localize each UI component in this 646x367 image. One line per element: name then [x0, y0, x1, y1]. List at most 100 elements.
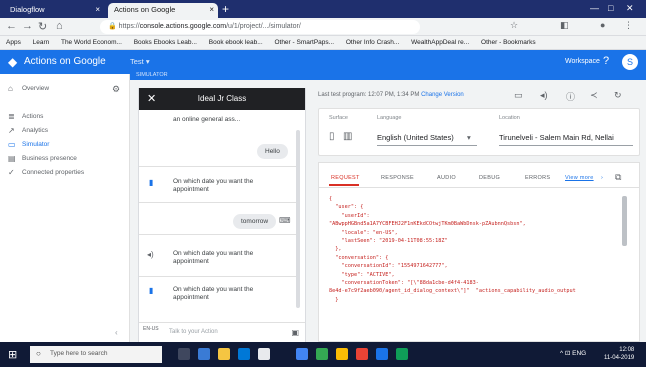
bookmark-item[interactable]: Book ebook leab...: [209, 39, 263, 46]
chat-input[interactable]: Talk to your Action: [169, 329, 218, 335]
request-response-panel: REQUEST RESPONSE AUDIO DEBUG ERRORS View…: [318, 162, 640, 342]
bookmark-item[interactable]: Learn: [33, 39, 50, 46]
address-bar-row: ← → ↻ ⌂ 🔒 https://console.actions.google…: [0, 18, 646, 36]
reload-icon[interactable]: ↻: [38, 20, 47, 33]
home-icon: ⌂: [8, 84, 13, 93]
copy-icon[interactable]: ⧉: [615, 172, 622, 183]
bot-message: On which date you want the appointment: [173, 286, 254, 301]
json-line: 8e4d-e7c9f2aeb090/agent_id_dialog_contex…: [329, 288, 576, 295]
forward-icon[interactable]: →: [22, 20, 33, 32]
taskbar-search-input[interactable]: ○ Type here to search: [30, 346, 162, 363]
chevron-down-icon[interactable]: ▾: [467, 133, 471, 142]
app-icon[interactable]: [258, 348, 270, 360]
json-line: "lastSeen": "2019-04-11T08:55:18Z": [329, 238, 448, 245]
display-icon[interactable]: ▭: [514, 90, 523, 101]
gear-icon[interactable]: ⚙: [112, 84, 120, 95]
language-indicator: EN-US: [143, 326, 159, 332]
sidebar-item-label: Actions: [22, 113, 44, 120]
json-line: }: [329, 296, 339, 303]
project-selector[interactable]: Test ▾: [130, 57, 150, 66]
divider: [139, 202, 297, 203]
sidebar-item-simulator[interactable]: ▭ Simulator: [0, 138, 130, 152]
url-host: console.actions.google.com: [139, 23, 227, 30]
browser-tab-dialogflow[interactable]: Dialogflow ×: [4, 3, 104, 18]
sidebar-item-label: Business presence: [22, 155, 77, 162]
tab-request[interactable]: REQUEST: [331, 175, 360, 181]
help-icon[interactable]: ?: [603, 55, 609, 67]
url-input[interactable]: 🔒 https://console.actions.google.com/u/1…: [100, 20, 420, 34]
app-icon[interactable]: [296, 348, 308, 360]
json-line: "userId":: [329, 212, 370, 219]
extension-icon[interactable]: ◧: [560, 20, 569, 31]
close-icon[interactable]: ×: [209, 5, 214, 14]
sidebar-item-business-presence[interactable]: ▤ Business presence: [0, 152, 130, 166]
chat-scrollbar[interactable]: [296, 130, 300, 308]
tab-errors[interactable]: ERRORS: [525, 175, 550, 181]
chrome-icon[interactable]: [356, 348, 368, 360]
back-icon[interactable]: ←: [6, 20, 17, 32]
maximize-icon[interactable]: □: [608, 3, 613, 13]
app-title[interactable]: Actions on Google: [24, 56, 106, 67]
chevron-right-icon[interactable]: ›: [601, 175, 603, 181]
close-icon[interactable]: ×: [95, 5, 100, 14]
json-scrollbar[interactable]: [622, 196, 627, 246]
language-select[interactable]: English (United States): [377, 133, 454, 142]
bookmark-item[interactable]: Other - SmartPaps...: [274, 39, 334, 46]
view-more-link[interactable]: View more: [565, 175, 594, 181]
app-icon[interactable]: [336, 348, 348, 360]
bookmark-item[interactable]: Apps: [6, 39, 21, 46]
workspace-label[interactable]: Workspace: [565, 58, 600, 65]
browser-tab-actions-on-google[interactable]: Actions on Google ×: [108, 3, 218, 18]
minimize-icon[interactable]: —: [590, 3, 599, 13]
store-icon[interactable]: [238, 348, 250, 360]
home-icon[interactable]: ⌂: [56, 20, 63, 32]
list-icon: ≣: [8, 112, 15, 121]
bookmark-item[interactable]: Other Info Crash...: [346, 39, 399, 46]
json-line: "ABwppHGBnd5a1A7YCBFEHJ2F1nKEkdCOtwjTKm0…: [329, 221, 526, 228]
app-icon[interactable]: [376, 348, 388, 360]
speaker-device-icon[interactable]: ▥: [343, 131, 352, 142]
folder-icon[interactable]: [218, 348, 230, 360]
bookmark-item[interactable]: The World Econom...: [61, 39, 122, 46]
app-icon[interactable]: [396, 348, 408, 360]
bookmark-item[interactable]: Other - Bookmarks: [481, 39, 536, 46]
app-icon[interactable]: [198, 348, 210, 360]
menu-icon[interactable]: ⋮: [624, 20, 633, 31]
mic-icon[interactable]: ▣: [291, 328, 299, 337]
speaker-icon[interactable]: ◂): [540, 90, 548, 101]
tab-audio[interactable]: AUDIO: [437, 175, 456, 181]
profile-icon[interactable]: ●: [600, 20, 605, 30]
bot-message: On which date you want the appointment: [173, 178, 254, 193]
sidebar-item-actions[interactable]: ≣ Actions: [0, 110, 130, 124]
share-icon[interactable]: ≺: [590, 90, 598, 101]
sidebar-item-analytics[interactable]: ↗ Analytics: [0, 124, 130, 138]
star-icon[interactable]: ☆: [510, 20, 518, 31]
avatar[interactable]: S: [622, 54, 638, 70]
bot-message: an online general ass...: [173, 116, 241, 123]
device-icon: ▭: [8, 140, 16, 149]
json-line: },: [329, 246, 342, 253]
last-updated-text: Last test program: 12:07 PM, 1:34 PM Cha…: [318, 92, 464, 98]
phone-icon[interactable]: ▯: [329, 131, 335, 142]
divider: [139, 166, 297, 167]
windows-start-icon[interactable]: ⊞: [8, 348, 17, 361]
surface-label: Surface: [329, 115, 348, 121]
tab-debug[interactable]: DEBUG: [479, 175, 500, 181]
location-field[interactable]: Tirunelveli - Salem Main Rd, Nellai: [499, 133, 631, 142]
collapse-icon[interactable]: ‹: [115, 328, 118, 337]
bookmark-item[interactable]: Books Ebooks Leab...: [134, 39, 197, 46]
close-window-icon[interactable]: ✕: [626, 3, 634, 14]
task-view-icon[interactable]: [178, 348, 190, 360]
change-version-link[interactable]: Change Version: [421, 92, 464, 98]
tab-response[interactable]: RESPONSE: [381, 175, 414, 181]
clock[interactable]: 12:08 11-04-2019: [604, 346, 634, 362]
sidebar-item-label: Simulator: [22, 141, 50, 148]
system-tray[interactable]: ^ ⊡ ENG: [560, 349, 586, 357]
refresh-icon[interactable]: ↻: [614, 90, 622, 101]
sidebar-item-connected-properties[interactable]: ✓ Connected properties: [0, 166, 130, 180]
sidebar-item-overview[interactable]: ⌂ Overview: [0, 82, 130, 96]
app-icon[interactable]: [316, 348, 328, 360]
info-icon[interactable]: ⓘ: [566, 90, 575, 103]
new-tab-button[interactable]: +: [222, 2, 229, 16]
bookmark-item[interactable]: WealthAppDeal re...: [411, 39, 469, 46]
